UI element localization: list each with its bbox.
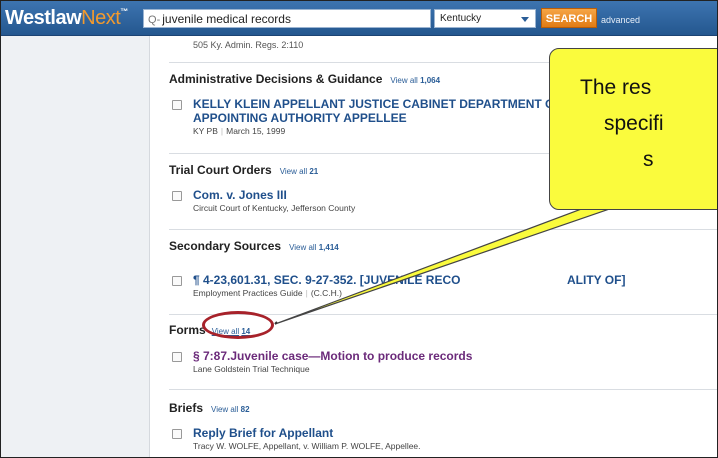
callout-box: The res specifi s (549, 48, 717, 210)
highlight-oval (202, 311, 274, 339)
callout-text-line1: The res (580, 76, 652, 99)
browser-frame: WestlawNext™ Q-juvenile medical records … (0, 0, 718, 458)
callout-tail-tip (274, 321, 278, 325)
callout-tail-join (657, 171, 690, 183)
callout-text-line2: specifi (604, 112, 664, 135)
